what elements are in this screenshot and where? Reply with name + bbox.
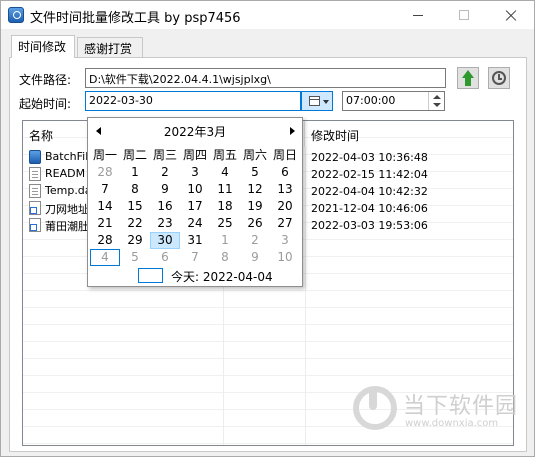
weekday-label: 周五	[212, 148, 237, 162]
column-header-modified[interactable]: 修改时间	[305, 121, 513, 147]
calendar-day[interactable]: 31	[180, 232, 210, 249]
calendar-day[interactable]: 27	[270, 215, 300, 232]
calendar-day[interactable]: 24	[180, 215, 210, 232]
calendar-day[interactable]: 30	[150, 232, 180, 249]
weekday-label: 周六	[242, 148, 267, 162]
file-modified-time: 2022-02-15 11:42:04	[311, 168, 428, 181]
file-name: Temp.da	[45, 184, 87, 197]
file-modified-time: 2022-04-03 10:36:48	[311, 151, 428, 164]
calendar-day[interactable]: 5	[120, 249, 150, 266]
calendar-day[interactable]: 8	[120, 181, 150, 198]
watermark-logo-icon	[353, 386, 397, 430]
history-button[interactable]	[488, 67, 510, 89]
green-up-arrow-icon	[462, 70, 474, 78]
calendar-day[interactable]: 29	[120, 232, 150, 249]
calendar-icon	[309, 96, 320, 106]
weekday-label: 周三	[152, 148, 177, 162]
calendar-month-title[interactable]: 2022年3月	[88, 123, 302, 140]
calendar-day[interactable]: 25	[210, 215, 240, 232]
calendar-day[interactable]: 1	[210, 232, 240, 249]
calendar-day[interactable]: 28	[90, 232, 120, 249]
calendar-day[interactable]: 3	[180, 164, 210, 181]
calendar-day[interactable]: 9	[240, 249, 270, 266]
watermark-text: 当下软件园	[403, 394, 519, 419]
next-month-icon[interactable]	[290, 127, 295, 135]
calendar-day[interactable]: 19	[240, 198, 270, 215]
window-title: 文件时间批量修改工具 by psp7456	[30, 11, 241, 26]
spin-up-icon[interactable]	[433, 95, 441, 99]
calendar-day[interactable]: 1	[120, 164, 150, 181]
calendar-day[interactable]: 28	[90, 164, 120, 181]
file-name: BatchFile	[45, 150, 87, 163]
file-modified-time: 2021-12-04 10:46:06	[311, 202, 428, 215]
calendar-day[interactable]: 18	[210, 198, 240, 215]
calendar-day[interactable]: 8	[210, 249, 240, 266]
file-modified-time: 2022-04-04 10:42:32	[311, 185, 428, 198]
weekday-label: 周日	[272, 148, 297, 162]
calendar-today-link[interactable]: 今天: 2022-04-04	[138, 267, 288, 285]
calendar-day[interactable]: 11	[210, 181, 240, 198]
calendar-day[interactable]: 26	[240, 215, 270, 232]
weekday-label: 周一	[92, 148, 117, 162]
today-label[interactable]: 今天: 2022-04-04	[171, 268, 273, 285]
file-name: 莆田潮肚	[45, 220, 87, 233]
file-modified-time: 2022-03-03 19:53:06	[311, 219, 428, 232]
calendar-day[interactable]: 21	[90, 215, 120, 232]
calendar-day[interactable]: 7	[90, 181, 120, 198]
date-dropdown-button[interactable]	[301, 91, 333, 111]
file-name: READM	[45, 167, 86, 180]
weekday-label: 周四	[182, 148, 207, 162]
date-picker-input[interactable]: 2022-03-30	[85, 91, 301, 111]
document-icon	[29, 167, 41, 181]
calendar-day[interactable]: 9	[150, 181, 180, 198]
calendar-day[interactable]: 5	[240, 164, 270, 181]
minimize-button[interactable]	[395, 1, 441, 29]
path-label: 文件路径:	[19, 73, 72, 87]
spin-down-icon[interactable]	[433, 103, 441, 107]
file-name: 刀网地址	[45, 203, 87, 216]
tab-donate[interactable]: 感谢打赏	[77, 37, 143, 57]
calendar-day[interactable]: 20	[270, 198, 300, 215]
title-bar[interactable]: 文件时间批量修改工具 by psp7456	[1, 1, 534, 29]
maximize-button	[441, 1, 487, 29]
watermark: 当下软件园 www.downxia.com	[353, 386, 523, 438]
calendar-day[interactable]: 6	[270, 164, 300, 181]
calendar-day[interactable]: 4	[90, 249, 120, 266]
time-spinner[interactable]	[428, 92, 444, 110]
maximize-icon	[459, 10, 469, 20]
chevron-down-icon	[323, 100, 329, 104]
app-icon	[8, 7, 24, 23]
file-icon	[29, 184, 41, 198]
calendar-day[interactable]: 2	[240, 232, 270, 249]
calendar-day[interactable]: 12	[240, 181, 270, 198]
calendar-day[interactable]: 16	[150, 198, 180, 215]
calendar-day[interactable]: 13	[270, 181, 300, 198]
minimize-icon	[413, 15, 423, 16]
app-window: 文件时间批量修改工具 by psp7456 时间修改 感谢打赏 文件路径: D:…	[0, 0, 535, 457]
calendar-day[interactable]: 4	[210, 164, 240, 181]
weekday-label: 周二	[122, 148, 147, 162]
shortcut-icon	[29, 218, 41, 232]
start-time-label: 起始时间:	[19, 97, 72, 111]
calendar-day[interactable]: 2	[150, 164, 180, 181]
tab-time-modify[interactable]: 时间修改	[11, 35, 75, 58]
go-up-button[interactable]	[457, 67, 479, 89]
app-file-icon	[29, 150, 41, 164]
today-marker	[138, 268, 163, 283]
watermark-url: www.downxia.com	[405, 418, 499, 429]
shortcut-icon	[29, 201, 41, 215]
calendar-day[interactable]: 14	[90, 198, 120, 215]
calendar-dropdown[interactable]: 2022年3月 周一 周二 周三 周四 周五 周六 周日 28 1 2 3 4 5 6 7 8 9 10 11 12…	[87, 117, 303, 287]
calendar-day[interactable]: 7	[180, 249, 210, 266]
calendar-day[interactable]: 10	[270, 249, 300, 266]
close-button[interactable]	[488, 1, 534, 29]
calendar-day[interactable]: 23	[150, 215, 180, 232]
calendar-day[interactable]: 10	[180, 181, 210, 198]
calendar-day[interactable]: 15	[120, 198, 150, 215]
path-input[interactable]: D:\软件下载\2022.04.4.1\wjsjplxg\	[85, 68, 446, 88]
calendar-day[interactable]: 6	[150, 249, 180, 266]
calendar-day[interactable]: 17	[180, 198, 210, 215]
calendar-day[interactable]: 3	[270, 232, 300, 249]
calendar-day[interactable]: 22	[120, 215, 150, 232]
